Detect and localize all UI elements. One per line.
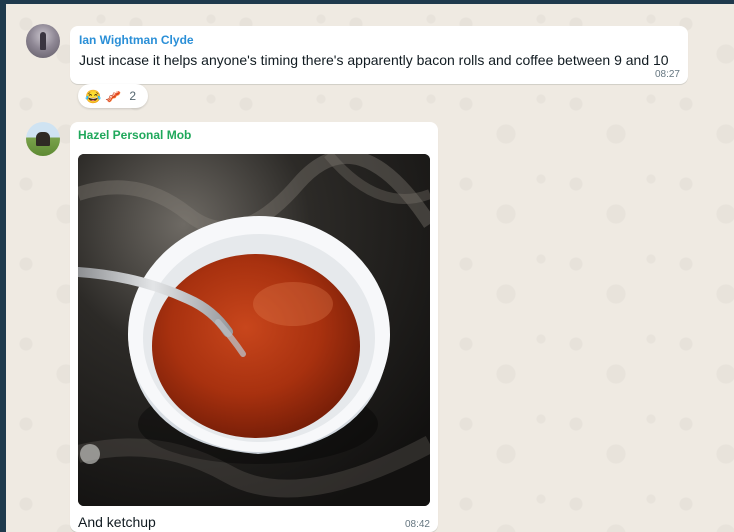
sender-name[interactable]: Ian Wightman Clyde [79, 33, 679, 47]
message-text: Just incase it helps anyone's timing the… [79, 52, 669, 68]
laughing-emoji-icon: 😂 [85, 88, 102, 104]
message-bubble-2[interactable]: Hazel Personal Mob And ketchup 08:42 [70, 122, 438, 532]
ketchup-photo[interactable] [78, 154, 430, 506]
bacon-emoji-icon: 🥓 [105, 88, 122, 104]
ketchup-bowl-image [78, 154, 430, 506]
message-bubble-1[interactable]: Ian Wightman Clyde Just incase it helps … [70, 26, 688, 84]
reaction-count: 2 [129, 89, 137, 103]
image-caption: And ketchup [78, 514, 156, 530]
sender-name[interactable]: Hazel Personal Mob [78, 128, 430, 142]
avatar-ian[interactable] [26, 24, 60, 58]
person-icon [40, 32, 46, 50]
avatar-hazel[interactable] [26, 122, 60, 156]
reaction-bar[interactable]: 😂 🥓 2 [78, 84, 148, 108]
message-time: 08:27 [654, 69, 680, 80]
person-icon [36, 132, 50, 146]
message-time: 08:42 [404, 519, 430, 530]
